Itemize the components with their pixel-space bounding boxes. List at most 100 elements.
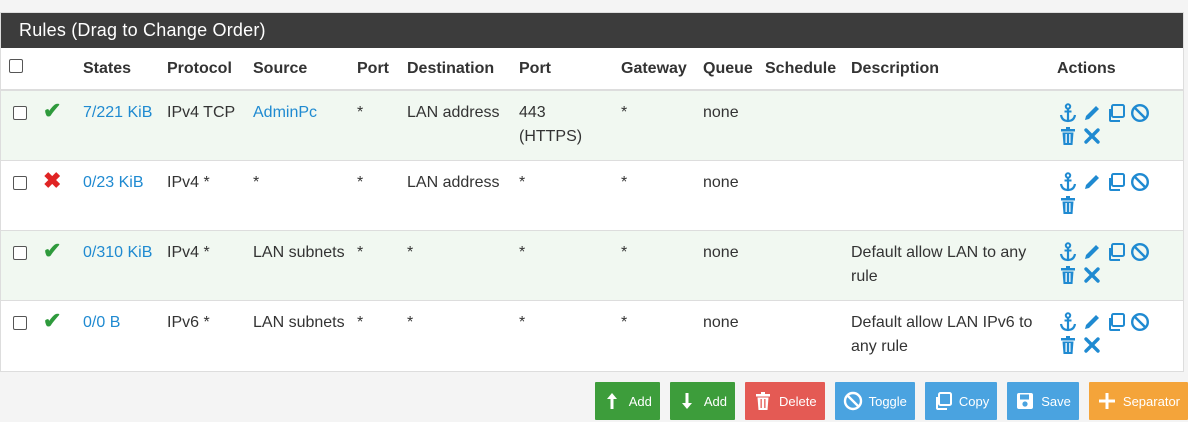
gateway-cell: * bbox=[617, 89, 699, 160]
ban-icon[interactable] bbox=[1129, 312, 1150, 333]
anchor-icon[interactable] bbox=[1057, 242, 1078, 263]
row-actions bbox=[1057, 171, 1167, 216]
trash-icon[interactable] bbox=[1057, 195, 1078, 216]
check-icon[interactable]: ✔ bbox=[43, 308, 61, 333]
anchor-icon[interactable] bbox=[1057, 102, 1078, 123]
pencil-icon[interactable] bbox=[1081, 242, 1102, 263]
protocol-cell: IPv4 TCP bbox=[163, 89, 249, 160]
col-states: States bbox=[79, 48, 163, 91]
col-protocol: Protocol bbox=[163, 48, 249, 91]
col-queue: Queue bbox=[699, 48, 761, 91]
source-cell: * bbox=[253, 173, 260, 191]
copy-button[interactable]: Copy bbox=[924, 382, 998, 420]
schedule-cell bbox=[761, 299, 847, 371]
source-port-cell: * bbox=[353, 159, 403, 230]
times-icon[interactable] bbox=[1081, 335, 1102, 356]
x-icon[interactable]: ✖ bbox=[43, 168, 61, 193]
trash-icon[interactable] bbox=[1057, 265, 1078, 286]
dest-port-cell: * bbox=[515, 229, 617, 300]
col-destination: Destination bbox=[403, 48, 515, 91]
queue-cell: none bbox=[699, 229, 761, 300]
copy-icon bbox=[935, 392, 952, 410]
anchor-icon[interactable] bbox=[1057, 312, 1078, 333]
queue-cell: none bbox=[699, 89, 761, 160]
pencil-icon[interactable] bbox=[1081, 102, 1102, 123]
check-icon[interactable]: ✔ bbox=[43, 238, 61, 263]
ban-icon[interactable] bbox=[1129, 102, 1150, 123]
description-cell bbox=[847, 89, 1053, 160]
ban-icon[interactable] bbox=[1129, 242, 1150, 263]
row-actions bbox=[1057, 101, 1167, 146]
col-actions: Actions bbox=[1053, 48, 1183, 91]
table-row[interactable]: ✔ 0/0 B IPv6 * LAN subnets * * * * none Default a… bbox=[1, 299, 1183, 371]
copy-icon[interactable] bbox=[1105, 242, 1126, 263]
queue-cell: none bbox=[699, 299, 761, 371]
table-row[interactable]: ✔ 7/221 KiB IPv4 TCP AdminPc * LAN address 443… bbox=[1, 89, 1183, 160]
table-row[interactable]: ✖ 0/23 KiB IPv4 * * * LAN address * * none bbox=[1, 159, 1183, 230]
pencil-icon[interactable] bbox=[1081, 172, 1102, 193]
row-checkbox[interactable] bbox=[13, 175, 27, 190]
arrow-up-icon bbox=[606, 393, 617, 409]
states-link[interactable]: 7/221 KiB bbox=[83, 104, 152, 121]
select-all-checkbox[interactable] bbox=[9, 59, 23, 73]
trash-icon[interactable] bbox=[1057, 125, 1078, 146]
gateway-cell: * bbox=[617, 159, 699, 230]
description-cell: Default allow LAN IPv6 to any rule bbox=[847, 299, 1053, 371]
col-source: Source bbox=[249, 48, 353, 91]
row-checkbox[interactable] bbox=[13, 315, 27, 330]
arrow-down-icon bbox=[681, 393, 692, 409]
add-top-button[interactable]: Add bbox=[594, 382, 660, 420]
col-gateway: Gateway bbox=[617, 48, 699, 91]
delete-button[interactable]: Delete bbox=[745, 382, 825, 420]
description-cell bbox=[847, 159, 1053, 230]
queue-cell: none bbox=[699, 159, 761, 230]
row-actions bbox=[1057, 311, 1167, 356]
trash-icon bbox=[756, 392, 771, 410]
table-header-row: States Protocol Source Port Destination … bbox=[1, 48, 1183, 91]
states-link[interactable]: 0/0 B bbox=[83, 314, 120, 331]
copy-icon[interactable] bbox=[1105, 312, 1126, 333]
anchor-icon[interactable] bbox=[1057, 172, 1078, 193]
col-source-port: Port bbox=[353, 48, 403, 91]
gateway-cell: * bbox=[617, 229, 699, 300]
ban-icon bbox=[843, 391, 862, 411]
source-port-cell: * bbox=[353, 89, 403, 160]
times-icon[interactable] bbox=[1081, 265, 1102, 286]
rules-panel: Rules (Drag to Change Order) States Prot… bbox=[0, 12, 1184, 372]
protocol-cell: IPv4 * bbox=[163, 159, 249, 230]
source-port-cell: * bbox=[353, 299, 403, 371]
table-row[interactable]: ✔ 0/310 KiB IPv4 * LAN subnets * * * * none Defau… bbox=[1, 229, 1183, 300]
copy-icon[interactable] bbox=[1105, 102, 1126, 123]
copy-icon[interactable] bbox=[1105, 172, 1126, 193]
dest-port-cell: * bbox=[515, 299, 617, 371]
col-schedule: Schedule bbox=[761, 48, 847, 91]
description-cell: Default allow LAN to any rule bbox=[847, 229, 1053, 300]
destination-cell: * bbox=[403, 299, 515, 371]
add-bottom-button[interactable]: Add bbox=[669, 382, 736, 420]
times-icon[interactable] bbox=[1081, 125, 1102, 146]
dest-port-cell: 443 (HTTPS) bbox=[515, 89, 617, 160]
states-link[interactable]: 0/23 KiB bbox=[83, 174, 143, 191]
destination-cell: LAN address bbox=[403, 89, 515, 160]
source-link[interactable]: AdminPc bbox=[253, 104, 317, 121]
row-checkbox[interactable] bbox=[13, 245, 27, 260]
schedule-cell bbox=[761, 89, 847, 160]
pencil-icon[interactable] bbox=[1081, 312, 1102, 333]
schedule-cell bbox=[761, 159, 847, 230]
ban-icon[interactable] bbox=[1129, 172, 1150, 193]
source-cell: LAN subnets bbox=[253, 243, 345, 261]
save-button[interactable]: Save bbox=[1007, 382, 1079, 420]
destination-cell: * bbox=[403, 229, 515, 300]
schedule-cell bbox=[761, 229, 847, 300]
row-checkbox[interactable] bbox=[13, 106, 27, 120]
source-port-cell: * bbox=[353, 229, 403, 300]
protocol-cell: IPv6 * bbox=[163, 299, 249, 371]
source-cell: LAN subnets bbox=[253, 313, 345, 331]
panel-title: Rules (Drag to Change Order) bbox=[1, 13, 1183, 48]
toggle-button[interactable]: Toggle bbox=[834, 382, 915, 420]
check-icon[interactable]: ✔ bbox=[43, 99, 61, 123]
states-link[interactable]: 0/310 KiB bbox=[83, 244, 152, 261]
trash-icon[interactable] bbox=[1057, 335, 1078, 356]
protocol-cell: IPv4 * bbox=[163, 229, 249, 300]
separator-button[interactable]: Separator bbox=[1088, 382, 1188, 420]
